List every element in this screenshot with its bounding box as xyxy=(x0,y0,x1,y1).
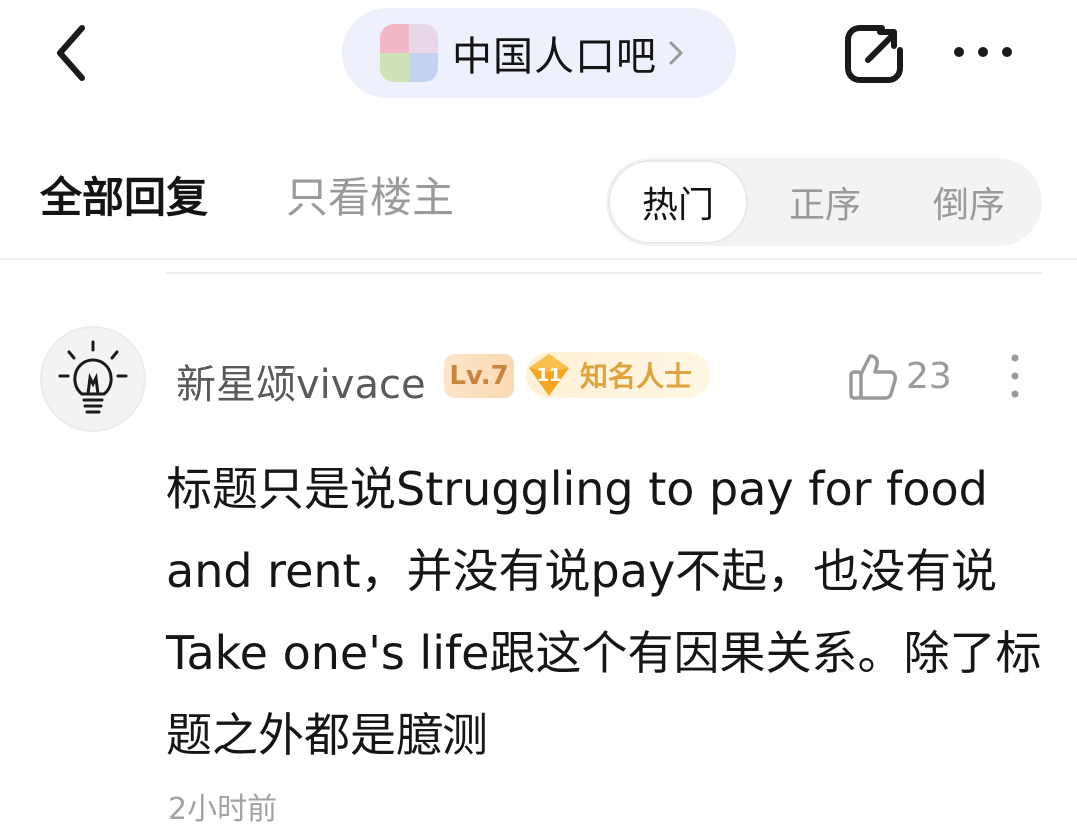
share-icon xyxy=(845,25,903,83)
like-count: 23 xyxy=(906,355,952,397)
tab-all-replies[interactable]: 全部回复 xyxy=(40,164,208,225)
comment-more-button[interactable] xyxy=(1004,350,1026,402)
tab-op-only[interactable]: 只看楼主 xyxy=(286,164,454,225)
honor-title: 知名人士 xyxy=(580,360,693,393)
more-horizontal-icon xyxy=(954,47,1012,57)
lightbulb-icon xyxy=(58,340,128,414)
honor-level: 11 xyxy=(536,364,562,386)
sort-descending-button[interactable]: 倒序 xyxy=(902,160,1036,244)
thumbs-up-icon xyxy=(849,354,897,400)
level-badge: Lv.7 xyxy=(444,354,514,398)
chevron-right-icon xyxy=(669,41,683,65)
username[interactable]: 新星颂vivace xyxy=(176,352,426,410)
sort-hot-button[interactable]: 热门 xyxy=(608,160,748,244)
sort-ascending-button[interactable]: 正序 xyxy=(758,160,892,244)
share-button[interactable] xyxy=(842,22,906,86)
honor-badge: 11 知名人士 xyxy=(526,352,710,398)
avatar[interactable] xyxy=(40,326,146,432)
chevron-left-icon xyxy=(57,25,85,81)
more-button[interactable] xyxy=(950,32,1016,72)
comment-timestamp: 2小时前 xyxy=(168,792,278,827)
forum-title-pill[interactable]: 中国人口吧 xyxy=(342,8,736,98)
divider xyxy=(166,272,1042,274)
back-button[interactable] xyxy=(46,18,106,88)
more-vertical-icon xyxy=(1011,354,1019,398)
divider xyxy=(0,258,1077,260)
comment-text: 标题只是说Struggling to pay for food and rent… xyxy=(166,462,1042,762)
forum-name: 中国人口吧 xyxy=(452,34,657,80)
diamond-icon: 11 xyxy=(526,352,572,398)
like-button[interactable]: 23 xyxy=(848,348,958,404)
forum-avatar xyxy=(380,24,438,82)
